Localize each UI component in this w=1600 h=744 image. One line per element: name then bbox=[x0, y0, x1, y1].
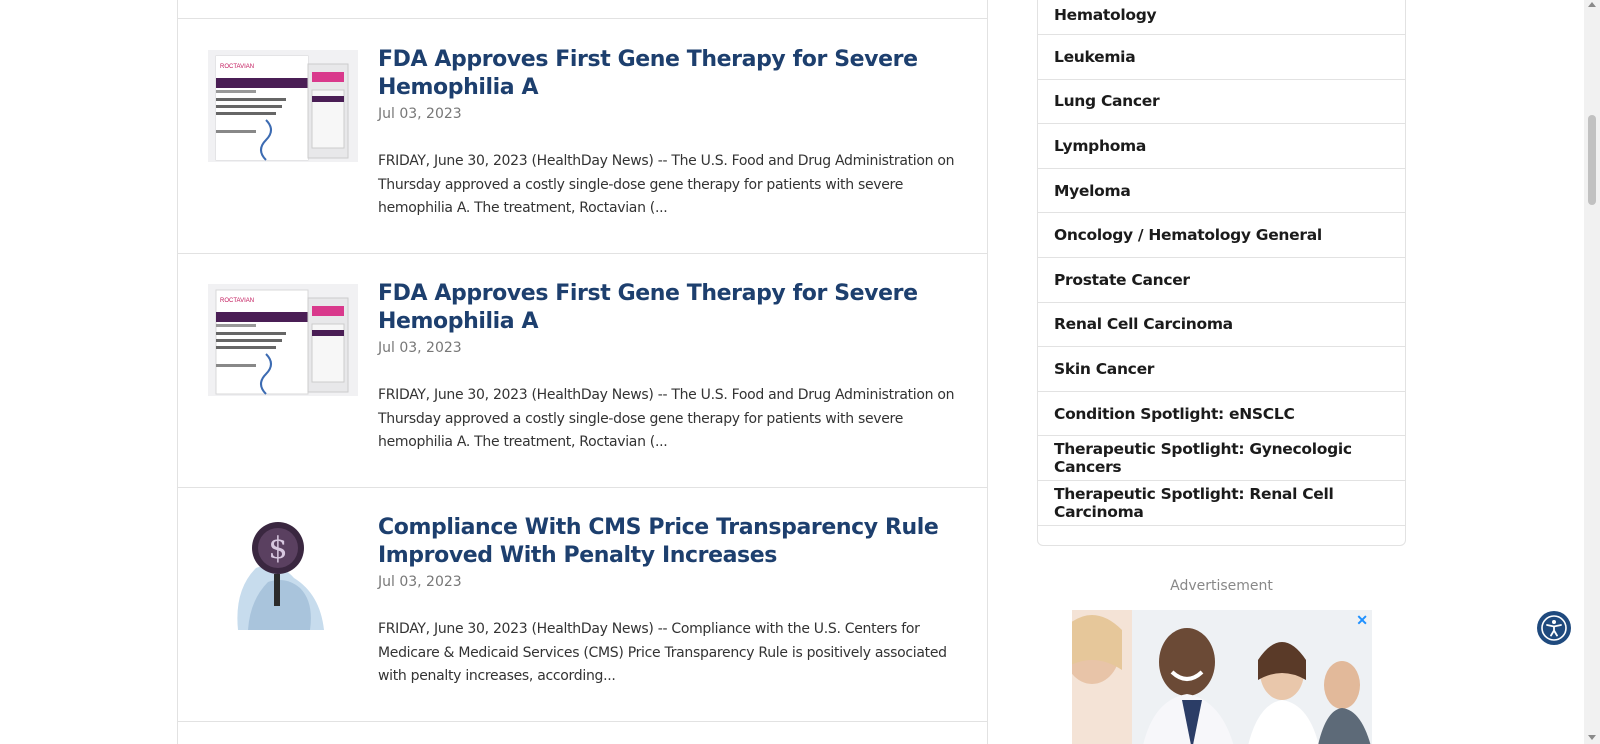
category-link-therapeutic-spotlight-renal[interactable]: Therapeutic Spotlight: Renal Cell Carcin… bbox=[1038, 481, 1405, 526]
article-card: ROCTAVIAN FDA Approves First Gene Therap… bbox=[178, 20, 987, 254]
close-icon[interactable]: ✕ bbox=[1356, 612, 1368, 629]
article-headline-link[interactable]: FDA Approves First Gene Therapy for Seve… bbox=[378, 46, 968, 102]
divider bbox=[178, 18, 987, 19]
article-excerpt: FRIDAY, June 30, 2023 (HealthDay News) -… bbox=[378, 153, 955, 216]
stethoscope-dollar-image: $ bbox=[208, 518, 358, 630]
article-card: $ Compliance With CMS Price Transparency… bbox=[178, 488, 987, 722]
article-headline-link[interactable]: FDA Approves First Gene Therapy for Seve… bbox=[378, 280, 968, 336]
category-link-prostate-cancer[interactable]: Prostate Cancer bbox=[1038, 258, 1405, 303]
article-feed: ROCTAVIAN FDA Approves First Gene Therap… bbox=[177, 0, 988, 744]
article-excerpt: FRIDAY, June 30, 2023 (HealthDay News) -… bbox=[378, 621, 947, 684]
category-link-lung-cancer[interactable]: Lung Cancer bbox=[1038, 80, 1405, 125]
category-link-condition-spotlight-ensclc[interactable]: Condition Spotlight: eNSCLC bbox=[1038, 392, 1405, 437]
page-scrollbar[interactable] bbox=[1584, 0, 1600, 744]
accessibility-icon[interactable] bbox=[1537, 611, 1571, 645]
scrollbar-thumb[interactable] bbox=[1588, 115, 1596, 205]
category-link-oncology-hematology-general[interactable]: Oncology / Hematology General bbox=[1038, 213, 1405, 258]
advertisement-label: Advertisement bbox=[1170, 578, 1273, 594]
article-card: ROCTAVIAN FDA Approves First Gene Therap… bbox=[178, 254, 987, 488]
article-thumbnail[interactable]: $ bbox=[208, 518, 358, 630]
thumbnail-brand-text: ROCTAVIAN bbox=[220, 64, 255, 70]
category-link-skin-cancer[interactable]: Skin Cancer bbox=[1038, 347, 1405, 392]
category-link-therapeutic-spotlight-gynecologic[interactable]: Therapeutic Spotlight: Gynecologic Cance… bbox=[1038, 436, 1405, 481]
scroll-up-arrow-icon[interactable] bbox=[1588, 2, 1596, 7]
article-date: Jul 03, 2023 bbox=[378, 340, 462, 356]
article-date: Jul 03, 2023 bbox=[378, 574, 462, 590]
article-excerpt: FRIDAY, June 30, 2023 (HealthDay News) -… bbox=[378, 387, 955, 450]
svg-text:$: $ bbox=[268, 531, 287, 566]
ad-image bbox=[1072, 610, 1372, 744]
category-link-lymphoma[interactable]: Lymphoma bbox=[1038, 124, 1405, 169]
category-link-myeloma[interactable]: Myeloma bbox=[1038, 169, 1405, 214]
category-link-renal-cell-carcinoma[interactable]: Renal Cell Carcinoma bbox=[1038, 303, 1405, 348]
scroll-down-arrow-icon[interactable] bbox=[1588, 735, 1596, 740]
article-thumbnail[interactable]: ROCTAVIAN bbox=[208, 284, 358, 396]
thumbnail-brand-text: ROCTAVIAN bbox=[220, 298, 255, 304]
article-thumbnail[interactable]: ROCTAVIAN bbox=[208, 50, 358, 162]
article-date: Jul 03, 2023 bbox=[378, 106, 462, 122]
article-headline-link[interactable]: Compliance With CMS Price Transparency R… bbox=[378, 514, 968, 570]
advertisement-banner[interactable]: ✕ bbox=[1072, 610, 1372, 744]
category-link-leukemia[interactable]: Leukemia bbox=[1038, 35, 1405, 80]
category-sidebar: Hematology Leukemia Lung Cancer Lymphoma… bbox=[1037, 0, 1406, 546]
category-link-hematology[interactable]: Hematology bbox=[1038, 0, 1405, 35]
